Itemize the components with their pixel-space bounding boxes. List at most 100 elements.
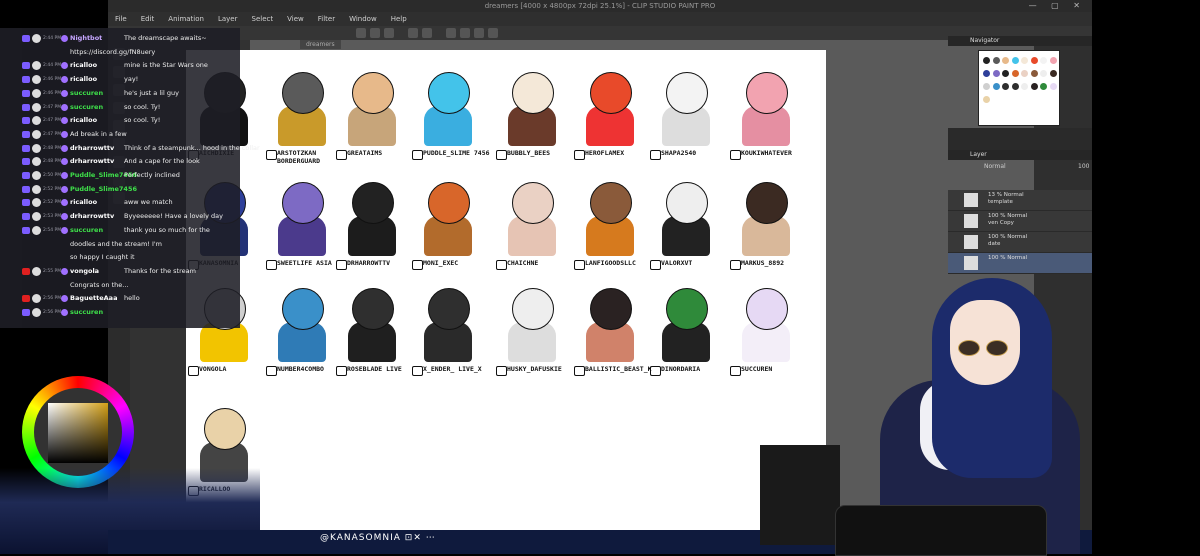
twitch-icon bbox=[650, 260, 661, 270]
avatar bbox=[32, 171, 41, 180]
sub-badge-icon bbox=[61, 144, 68, 152]
chat-text: And a cape for the look bbox=[124, 157, 200, 166]
chat-text: so happy I caught it bbox=[70, 253, 135, 262]
menu-view[interactable]: View bbox=[280, 12, 311, 26]
chat-username: succuren bbox=[70, 88, 104, 97]
character-head bbox=[352, 288, 394, 330]
navigator-thumbnail-mark bbox=[1021, 57, 1028, 64]
character-name: SHAPA2540 bbox=[661, 149, 697, 157]
chat-time: 2:56 PM bbox=[43, 296, 62, 302]
save-icon[interactable] bbox=[384, 28, 394, 38]
layer-row[interactable]: 13 % Normal template bbox=[948, 190, 1092, 211]
character-head bbox=[512, 72, 554, 114]
chat-username: succuren bbox=[70, 308, 104, 316]
chat-time: 2:48 PM bbox=[43, 145, 62, 151]
layer-row[interactable]: 100 % Normal ven Copy bbox=[948, 211, 1092, 232]
opacity-value[interactable]: 100 bbox=[1078, 162, 1089, 172]
layer-row[interactable]: 100 % Normal bbox=[948, 253, 1092, 274]
platform-icon bbox=[22, 158, 30, 166]
glasses-lens-left bbox=[958, 340, 980, 356]
character-cell: MARKUS_8892 bbox=[730, 180, 802, 280]
menu-layer[interactable]: Layer bbox=[211, 12, 245, 26]
document-tab[interactable]: dreamers bbox=[300, 40, 341, 49]
window-controls[interactable]: — ▢ ✕ bbox=[1029, 0, 1086, 12]
chat-time: 2:44 PM bbox=[43, 63, 62, 69]
chat-text: The dreamscape awaits~ bbox=[124, 34, 207, 42]
menu-animation[interactable]: Animation bbox=[161, 12, 211, 26]
chat-username: BaguetteAaa bbox=[70, 294, 118, 303]
color-picker-square[interactable] bbox=[48, 403, 108, 463]
layer-blend-label: 100 % Normal bbox=[988, 234, 1028, 240]
menu-file[interactable]: File bbox=[108, 12, 134, 26]
chat-text: Byyeeeeee! Have a lovely day bbox=[124, 212, 223, 221]
drawing-canvas[interactable]: AICHDIXIEARSTOTZKAN BORDERGUARDGREATAIMS… bbox=[186, 50, 826, 530]
chat-message: 2:48 PM drharrowttv And a cape for the loo… bbox=[0, 155, 240, 168]
chat-message: 2:52 PM ricalloo aww we match bbox=[0, 196, 240, 209]
menu-select[interactable]: Select bbox=[245, 12, 281, 26]
character-cell: DRHARROWTTV bbox=[336, 180, 408, 280]
character-name: PUDDLE_SLIME 7456 bbox=[423, 149, 490, 157]
menu-window[interactable]: Window bbox=[342, 12, 384, 26]
platform-icon bbox=[22, 185, 30, 193]
chat-message: 2:47 PM ricalloo so cool. Ty! bbox=[0, 114, 240, 127]
layer-row[interactable]: 100 % Normal date bbox=[948, 232, 1092, 253]
blend-mode-row: Normal 100 bbox=[956, 162, 1092, 172]
blend-mode-select[interactable]: Normal bbox=[956, 163, 1006, 170]
chat-username: Nightbot bbox=[70, 34, 103, 42]
platform-icon bbox=[22, 172, 30, 179]
character-name: SUCCUREN bbox=[741, 365, 773, 373]
chat-message: 2:54 PM succuren thank you so much for the bbox=[0, 224, 240, 237]
menu-filter[interactable]: Filter bbox=[311, 12, 342, 26]
sub-badge-icon bbox=[61, 35, 68, 42]
chat-message: 2:44 PM ricalloo mine is the Star Wars one bbox=[0, 59, 240, 72]
open-file-icon[interactable] bbox=[370, 28, 380, 38]
sub-badge-icon bbox=[61, 213, 68, 221]
character-cell: KOUKIWHATEVER bbox=[730, 70, 802, 170]
menu-help[interactable]: Help bbox=[384, 12, 414, 26]
avatar bbox=[32, 129, 41, 139]
navigator-thumbnail-mark bbox=[1021, 70, 1028, 77]
character-cell: BUBBLY_BEES bbox=[496, 70, 568, 170]
new-file-icon[interactable] bbox=[356, 28, 366, 38]
character-head bbox=[746, 182, 788, 224]
chat-time: 2:47 PM bbox=[43, 104, 62, 110]
navigator-preview[interactable] bbox=[978, 50, 1060, 126]
twitch-icon bbox=[574, 260, 585, 270]
layer-name: ven Copy bbox=[988, 220, 1014, 226]
platform-icon bbox=[22, 103, 30, 111]
window-title: dreamers [4000 x 4800px 72dpi 25.1%] - C… bbox=[484, 2, 716, 10]
layer-thumbnail bbox=[964, 214, 978, 228]
snap-icon[interactable] bbox=[460, 28, 470, 38]
glasses-lens-right bbox=[986, 340, 1008, 356]
navigator-thumbnail-mark bbox=[983, 57, 990, 64]
grid-icon[interactable] bbox=[488, 28, 498, 38]
microphone-arm bbox=[760, 445, 840, 545]
navigator-thumbnail-mark bbox=[1011, 83, 1019, 90]
character-head bbox=[666, 182, 708, 224]
social-icons: ⊡✕ ⋯ bbox=[404, 533, 436, 543]
ruler-icon[interactable] bbox=[474, 28, 484, 38]
sub-badge-icon bbox=[61, 309, 68, 316]
platform-icon bbox=[22, 89, 30, 97]
character-cell: NUMBER4COMBO bbox=[266, 286, 338, 386]
transform-icon[interactable] bbox=[446, 28, 456, 38]
sub-badge-icon bbox=[61, 76, 68, 84]
chat-username: drharrowttv bbox=[70, 157, 115, 166]
twitch-icon bbox=[730, 260, 741, 270]
chat-username: ricalloo bbox=[70, 116, 98, 125]
avatar bbox=[32, 116, 41, 126]
sub-badge-icon bbox=[61, 130, 68, 138]
character-head bbox=[282, 288, 324, 330]
drawing-tablet bbox=[835, 505, 1047, 556]
navigator-zoom-slider[interactable] bbox=[948, 128, 1092, 150]
redo-icon[interactable] bbox=[422, 28, 432, 38]
platform-icon bbox=[22, 295, 30, 303]
undo-icon[interactable] bbox=[408, 28, 418, 38]
menu-edit[interactable]: Edit bbox=[134, 12, 162, 26]
character-cell: ARSTOTZKAN BORDERGUARD bbox=[266, 70, 338, 170]
platform-icon bbox=[22, 130, 30, 138]
character-head bbox=[512, 288, 554, 330]
twitch-icon bbox=[730, 366, 741, 376]
chat-text: Ad break in a few bbox=[70, 129, 127, 138]
chat-username: drharrowttv bbox=[70, 143, 115, 152]
